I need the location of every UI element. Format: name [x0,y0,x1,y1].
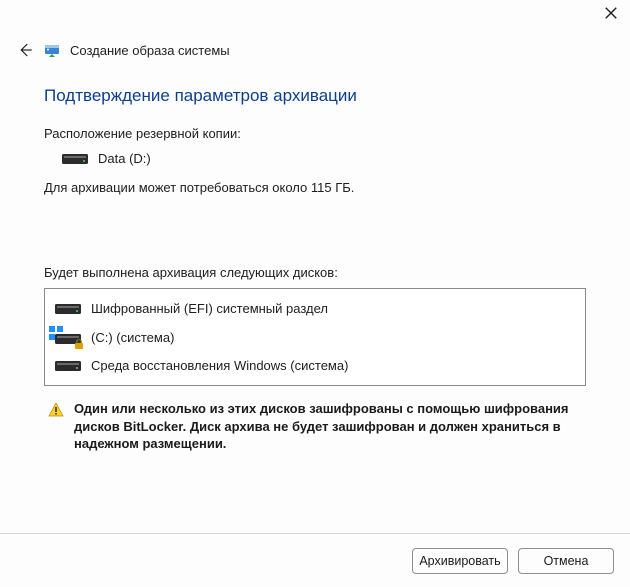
content-area: Подтверждение параметров архивации Распо… [0,64,630,453]
window-title: Создание образа системы [70,43,230,58]
size-note: Для архивации может потребоваться около … [44,180,586,195]
disk-label: Среда восстановления Windows (система) [91,358,348,373]
disk-listbox: Шифрованный (EFI) системный раздел [44,288,586,386]
back-icon[interactable] [16,41,34,59]
hdd-icon [62,152,88,166]
disk-label: (C:) (система) [91,330,174,345]
backup-drive-name: Data (D:) [98,151,151,166]
cancel-button[interactable]: Отмена [518,548,614,574]
disk-label: Шифрованный (EFI) системный раздел [91,301,328,316]
warning-text: Один или несколько из этих дисков зашифр… [74,400,582,453]
archive-button[interactable]: Архивировать [412,548,508,574]
app-icon [44,42,60,58]
header: Создание образа системы [0,36,630,64]
backup-location-label: Расположение резервной копии: [44,126,586,141]
list-item: (C:) (система) [45,322,585,352]
footer: Архивировать Отмена [0,533,630,587]
hdd-icon [55,359,81,373]
list-item: Шифрованный (EFI) системный раздел [45,295,585,322]
lock-icon [73,338,85,350]
backup-drive-row: Data (D:) [44,151,586,166]
disk-list-label: Будет выполнена архивация следующих диск… [44,265,586,280]
titlebar [0,0,630,36]
warning-icon [48,402,64,418]
page-heading: Подтверждение параметров архивации [44,86,586,106]
warning-row: Один или несколько из этих дисков зашифр… [44,400,586,453]
hdd-icon [55,302,81,316]
list-item: Среда восстановления Windows (система) [45,352,585,379]
close-icon[interactable] [604,6,618,20]
